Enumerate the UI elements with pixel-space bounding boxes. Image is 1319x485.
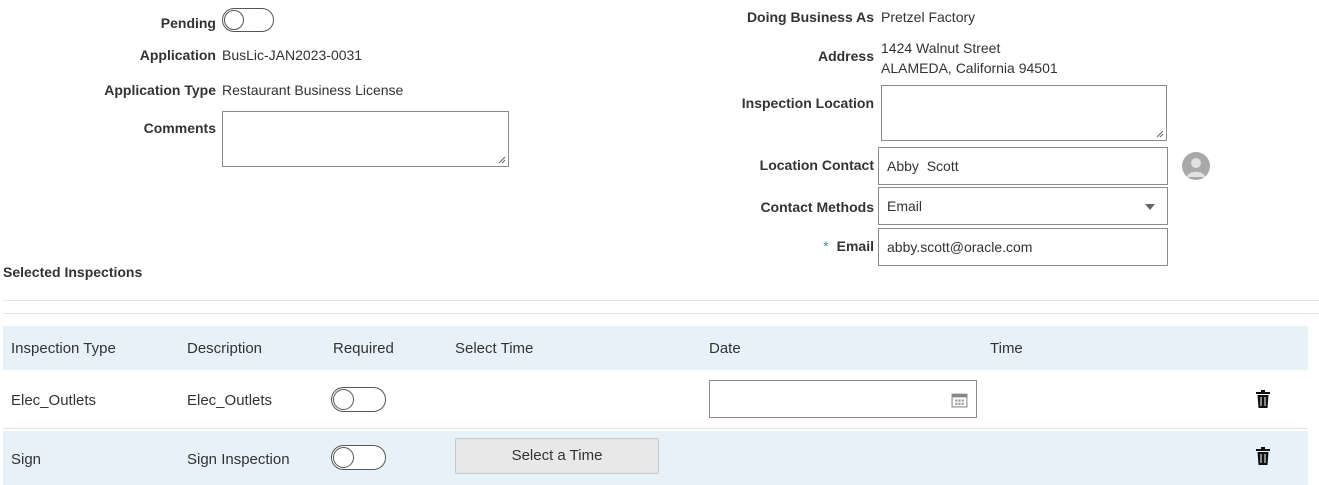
inspection-type-cell: Sign [11, 451, 42, 468]
contact-methods-select[interactable]: Email [878, 187, 1168, 225]
column-header: Required [333, 340, 394, 357]
toggle-knob [333, 447, 354, 468]
inspection-location-textarea[interactable] [881, 85, 1167, 141]
location-contact-label: Location Contact [759, 157, 874, 173]
comments-textarea[interactable] [222, 111, 509, 167]
trash-icon[interactable] [1256, 447, 1270, 465]
email-label-wrap: * Email [823, 238, 874, 254]
application-label: Application [139, 47, 216, 63]
address-label: Address [817, 48, 874, 64]
description-cell: Sign Inspection [187, 451, 290, 468]
dba-value: Pretzel Factory [881, 9, 976, 25]
toggle-knob [224, 10, 244, 30]
resize-grip-icon[interactable] [1156, 130, 1164, 138]
column-header: Select Time [455, 340, 534, 357]
email-label: Email [836, 238, 874, 254]
trash-icon[interactable] [1256, 390, 1270, 408]
contact-methods-label: Contact Methods [760, 199, 874, 215]
application-value: BusLic-JAN2023-0031 [222, 47, 363, 63]
table-row: Sign Sign Inspection Select a Time [3, 431, 1308, 485]
comments-label: Comments [143, 120, 216, 136]
selected-inspections-title: Selected Inspections [3, 264, 143, 280]
column-header: Time [990, 340, 1023, 357]
location-contact-input[interactable]: Abby Scott [878, 147, 1168, 185]
table-header: Inspection Type Description Required Sel… [3, 326, 1308, 370]
column-header: Description [187, 340, 263, 357]
section-divider [3, 300, 1319, 301]
table-row: Elec_Outlets Elec_Outlets [3, 372, 1308, 429]
chevron-down-icon [1145, 204, 1155, 210]
calendar-icon[interactable] [951, 391, 968, 408]
section-divider [3, 313, 1319, 314]
resize-grip-icon[interactable] [498, 156, 506, 164]
address-line2: ALAMEDA, California 94501 [881, 60, 1058, 76]
user-avatar-icon[interactable] [1182, 152, 1210, 180]
person-glyph [1187, 158, 1205, 177]
inspection-location-label: Inspection Location [741, 95, 874, 111]
application-type-label: Application Type [104, 82, 216, 98]
email-value: abby.scott@oracle.com [887, 239, 1033, 255]
dba-label: Doing Business As [746, 9, 874, 25]
required-marker: * [823, 238, 829, 254]
description-cell: Elec_Outlets [187, 392, 273, 409]
location-contact-value: Abby Scott [887, 158, 959, 174]
inspection-type-cell: Elec_Outlets [11, 392, 97, 409]
required-toggle[interactable] [331, 387, 386, 412]
pending-toggle[interactable] [222, 8, 274, 32]
email-input[interactable]: abby.scott@oracle.com [878, 228, 1168, 266]
toggle-knob [333, 389, 354, 410]
required-toggle[interactable] [331, 445, 386, 470]
select-time-button[interactable]: Select a Time [455, 438, 659, 474]
address-line1: 1424 Walnut Street [881, 40, 1001, 56]
application-type-value: Restaurant Business License [222, 82, 404, 98]
contact-methods-value: Email [887, 198, 923, 214]
date-input[interactable] [709, 380, 977, 418]
pending-label: Pending [160, 15, 216, 31]
column-header: Inspection Type [11, 340, 116, 357]
column-header: Date [709, 340, 741, 357]
